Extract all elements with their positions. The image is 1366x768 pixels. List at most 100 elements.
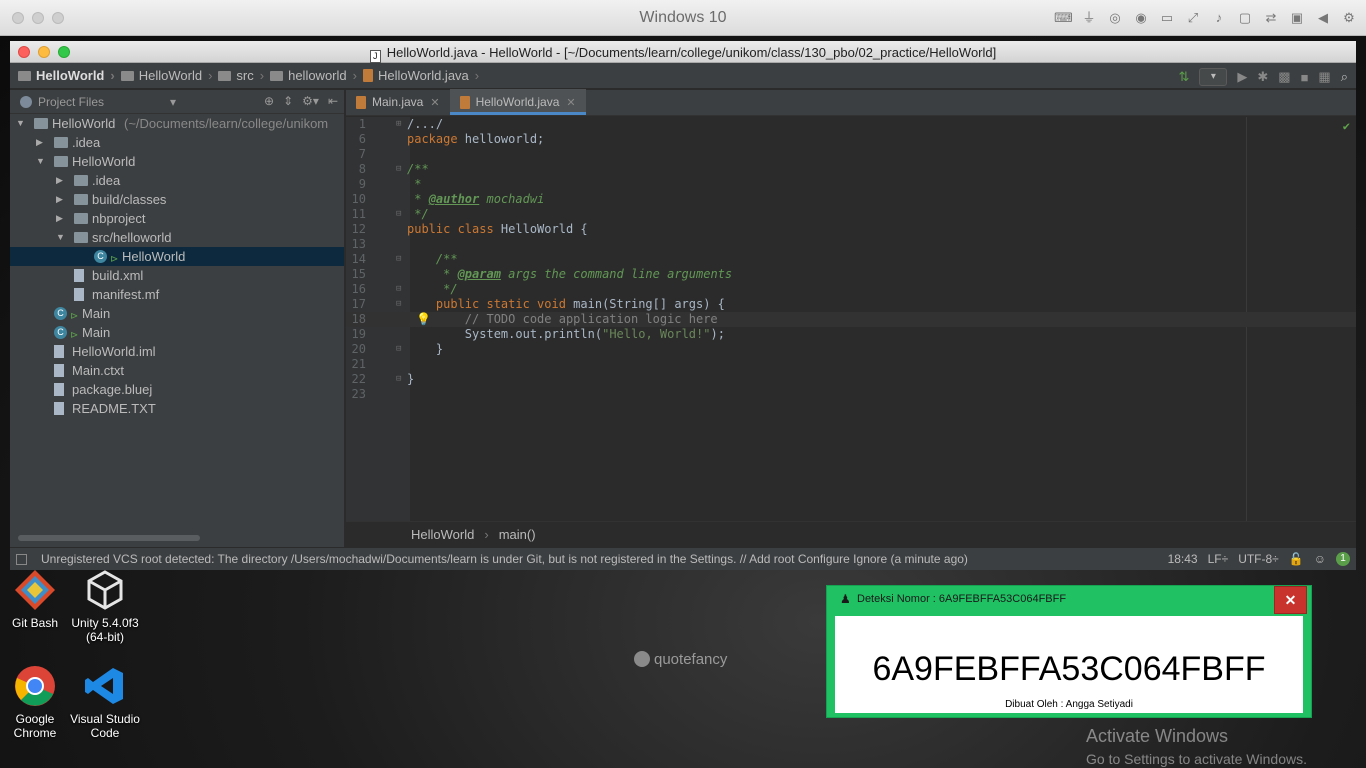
stop-icon[interactable]: ■ [1301,70,1309,85]
collapse-all-icon[interactable]: ⇕ [283,94,293,108]
tree-item[interactable]: ▶ nbproject [10,209,344,228]
editor-breadcrumb-class[interactable]: HelloWorld [411,527,474,542]
code-line[interactable]: 6 package helloworld; [346,132,1356,147]
disc-icon[interactable]: ◉ [1132,9,1150,27]
code-line[interactable]: 20 ⊟ } [346,342,1356,357]
settings-icon[interactable]: ⚙▾ [302,94,319,108]
code-line[interactable]: 13 [346,237,1356,252]
debug-icon[interactable]: ✱ [1257,69,1268,85]
project-structure-icon[interactable]: ▦ [1318,69,1330,85]
code-editor[interactable]: 1 ⊞/.../6 package helloworld; 7 8 ⊟/** 9 * 10 *… [346,117,1356,521]
fold-marker-icon[interactable]: ⊟ [396,207,401,222]
network-icon[interactable]: ▢ [1236,9,1254,27]
tree-item[interactable]: C ⊳ Main [10,323,344,342]
code-line[interactable]: 11 ⊟ */ [346,207,1356,222]
code-line[interactable]: 17 ⊟ public static void main(String[] arg… [346,297,1356,312]
code-line[interactable]: 18 💡 // TODO code application logic here [346,312,1356,327]
caret-position[interactable]: 18:43 [1168,552,1198,566]
code-line[interactable]: 1 ⊞ /.../ [346,117,1356,132]
tree-item[interactable]: README.TXT [10,399,344,418]
hdd-icon[interactable]: ▭ [1158,9,1176,27]
code-line[interactable]: 8 ⊟ /** [346,162,1356,177]
line-separator[interactable]: LF÷ [1208,552,1229,566]
desktop-icon-chrome[interactable]: Google Chrome [0,664,70,740]
run-icon[interactable]: ▶ [1237,69,1247,85]
status-message[interactable]: Unregistered VCS root detected: The dire… [41,552,968,566]
editor-breadcrumb-method[interactable]: main() [499,527,536,542]
usb-icon[interactable]: ⏚ [1080,9,1098,27]
code-line[interactable]: 23 [346,387,1356,402]
lock-icon[interactable]: 🔓 [1289,552,1304,566]
fold-marker-icon[interactable]: ⊟ [396,297,401,312]
fold-marker-icon[interactable]: ⊞ [396,117,401,132]
code-line[interactable]: 7 [346,147,1356,162]
close-icon[interactable]: ✕ [566,96,575,109]
fold-marker-icon[interactable]: ⊟ [396,282,401,297]
fold-marker-icon[interactable]: ⊟ [396,372,401,387]
coverage-icon[interactable]: ▩ [1278,69,1290,85]
chevron-down-icon[interactable]: ▼ [36,152,46,171]
code-line[interactable]: 9 * [346,177,1356,192]
build-icon[interactable]: ⇅ [1178,69,1189,85]
file-encoding[interactable]: UTF-8÷ [1238,552,1279,566]
chevron-down-icon[interactable]: ▾ [170,95,176,109]
search-icon[interactable]: ⌕ [1341,69,1348,85]
hide-icon[interactable]: ⇤ [328,94,338,108]
inspector-icon[interactable]: ☺ [1314,552,1326,566]
event-log-badge[interactable]: 1 [1336,552,1350,566]
display-icon[interactable]: ▣ [1288,9,1306,27]
settings-gear-icon[interactable]: ⚙ [1340,9,1358,27]
desktop-icon-vscode[interactable]: Visual Studio Code [70,664,140,740]
popup-close-button[interactable]: ✕ [1274,586,1307,614]
tree-item[interactable]: C ⊳ HelloWorld [10,247,344,266]
code-line[interactable]: 10 * @author mochadwi [346,192,1356,207]
breadcrumb-src[interactable]: src › [218,68,264,83]
desktop-icon-git-bash[interactable]: Git Bash [0,568,70,630]
breadcrumb-project[interactable]: HelloWorld › [18,68,115,83]
tab-main-java[interactable]: Main.java ✕ [346,89,450,115]
horizontal-scrollbar[interactable] [18,535,200,541]
code-line[interactable]: 14 ⊟ /** [346,252,1356,267]
code-line[interactable]: 19 System.out.println("Hello, World!"); [346,327,1356,342]
sound-icon[interactable]: ♪ [1210,9,1228,27]
keyboard-icon[interactable]: ⌨ [1054,9,1073,27]
tree-item[interactable]: build.xml [10,266,344,285]
tree-item[interactable]: ▼ src/helloworld [10,228,344,247]
tree-item[interactable]: ▼ HelloWorld [10,152,344,171]
camera-icon[interactable]: ◎ [1106,9,1124,27]
chevron-down-icon[interactable]: ▼ [16,114,26,133]
tree-item[interactable]: ▼ HelloWorld (~/Documents/learn/college/un… [10,114,344,133]
desktop-icon-unity[interactable]: Unity 5.4.0f3 (64-bit) [70,568,140,644]
code-line[interactable]: 22 ⊟} [346,372,1356,387]
tree-item[interactable]: manifest.mf [10,285,344,304]
tool-windows-icon[interactable] [16,553,27,565]
breadcrumb-file[interactable]: HelloWorld.java › [362,68,479,83]
chevron-down-icon[interactable]: ▼ [56,228,66,247]
chevron-right-icon[interactable]: ▶ [56,190,66,209]
tree-item[interactable]: package.bluej [10,380,344,399]
chevron-right-icon[interactable]: ▶ [56,171,66,190]
tree-item[interactable]: Main.ctxt [10,361,344,380]
tab-helloworld-java[interactable]: HelloWorld.java ✕ [449,89,586,115]
fold-marker-icon[interactable]: ⊟ [396,252,401,267]
back-arrow-icon[interactable]: ◀ [1314,9,1332,27]
tree-item[interactable]: ▶ build/classes [10,190,344,209]
tree-item[interactable]: ▶ .idea [10,133,344,152]
fold-marker-icon[interactable]: ⊟ [396,162,401,177]
breadcrumb-module[interactable]: HelloWorld › [120,68,212,83]
code-line[interactable]: 16 ⊟ */ [346,282,1356,297]
run-configuration-select[interactable]: ▾ [1199,68,1228,86]
chevron-right-icon[interactable]: ▶ [56,209,66,228]
code-line[interactable]: 12 public class HelloWorld { [346,222,1356,237]
tree-item[interactable]: C ⊳ Main [10,304,344,323]
tree-item[interactable]: HelloWorld.iml [10,342,344,361]
locate-icon[interactable]: ⊕ [264,94,274,108]
code-line[interactable]: 15 * @param args the command line argume… [346,267,1356,282]
chevron-right-icon[interactable]: ▶ [36,133,46,152]
code-line[interactable]: 21 [346,357,1356,372]
tree-item[interactable]: ▶ .idea [10,171,344,190]
shared-folder-icon[interactable]: ⇄ [1262,9,1280,27]
fullscreen-icon[interactable]: ⤢ [1184,9,1202,27]
close-icon[interactable]: ✕ [430,96,439,109]
breadcrumb-package[interactable]: helloworld › [270,68,357,83]
